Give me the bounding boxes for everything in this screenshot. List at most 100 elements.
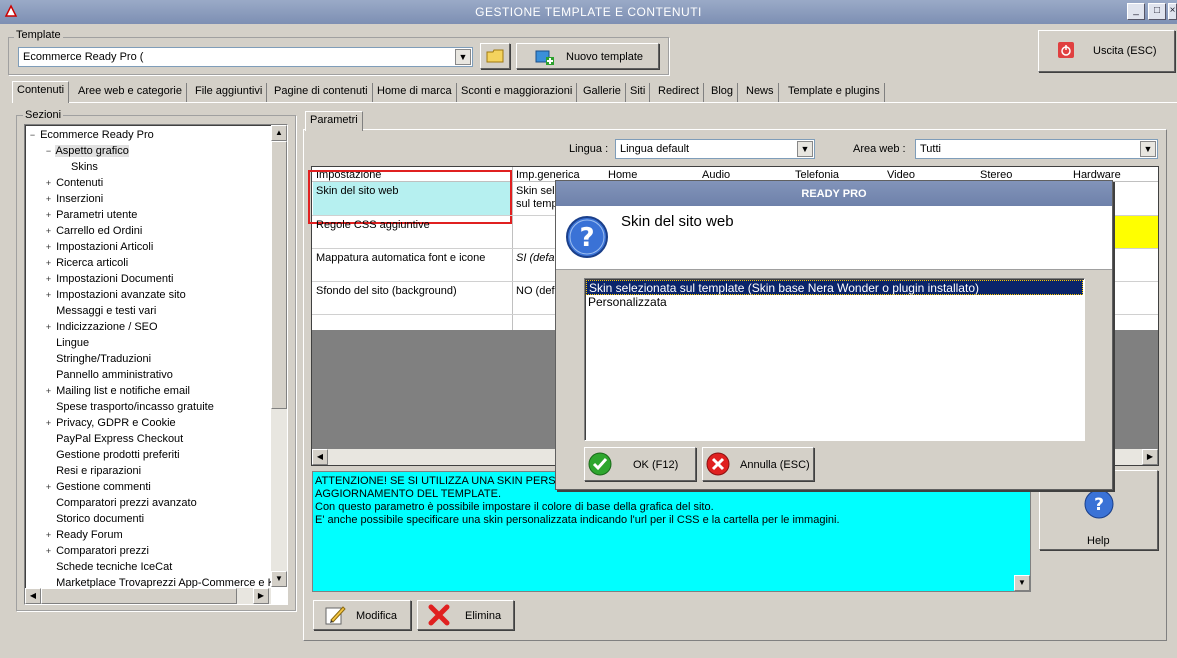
template-label: Template [14, 29, 63, 41]
row-name: Mappatura automatica font e icone [316, 252, 486, 264]
dialog: READY PRO ? Skin del sito web Skin selez… [555, 180, 1113, 490]
tree-item[interactable]: PayPal Express Checkout [44, 431, 183, 447]
minimize-button[interactable]: _ [1127, 3, 1145, 20]
area-web-label: Area web : [853, 143, 906, 155]
svg-text:?: ? [579, 223, 594, 253]
chevron-down-icon: ▼ [797, 141, 813, 157]
yellow-cell [1112, 216, 1158, 248]
scroll-left-icon[interactable]: ◀ [312, 449, 328, 465]
tree-item[interactable]: + Ready Forum [44, 527, 123, 543]
tree-item-skins[interactable]: Skins [71, 159, 98, 175]
row-value: Skin sele [516, 185, 561, 197]
tree-item[interactable]: + Privacy, GDPR e Cookie [44, 415, 176, 431]
ok-button[interactable]: OK (F12) [584, 447, 696, 481]
tree-item[interactable]: Schede tecniche IceCat [44, 559, 172, 575]
tab-home-marca[interactable]: Home di marca [373, 83, 457, 102]
option-skin-template[interactable]: Skin selezionata sul template (Skin base… [586, 280, 1083, 295]
exit-button[interactable]: Uscita (ESC) [1038, 30, 1175, 72]
open-folder-button[interactable] [480, 43, 510, 69]
tab-contenuti[interactable]: Contenuti [12, 81, 70, 103]
info-line: E' anche possibile specificare una skin … [315, 514, 840, 526]
check-icon [588, 452, 612, 476]
maximize-button[interactable]: □ [1148, 3, 1166, 20]
tree-item-aspetto-grafico[interactable]: − Aspetto grafico [44, 143, 129, 159]
dialog-title: READY PRO [801, 188, 867, 200]
tree-item[interactable]: Messaggi e testi vari [44, 303, 156, 319]
tab-parametri[interactable]: Parametri [305, 111, 363, 131]
tree-item[interactable]: Lingue [44, 335, 89, 351]
delete-button[interactable]: Elimina [417, 600, 514, 630]
tree-item[interactable]: + Gestione commenti [44, 479, 151, 495]
scroll-thumb-h[interactable] [41, 588, 237, 604]
add-template-icon [535, 50, 554, 65]
tree-root[interactable]: − Ecommerce Ready Pro [28, 127, 154, 143]
lingua-label: Lingua : [569, 143, 609, 155]
tree-item[interactable]: Stringhe/Traduzioni [44, 351, 151, 367]
tree-item[interactable]: Gestione prodotti preferiti [44, 447, 180, 463]
new-template-button[interactable]: Nuovo template [516, 43, 659, 69]
scroll-down-icon[interactable]: ▼ [271, 571, 287, 587]
row-name: Skin del sito web [316, 185, 399, 197]
scroll-up-icon[interactable]: ▲ [271, 125, 287, 141]
question-icon: ? [566, 216, 608, 258]
tree-item[interactable]: Pannello amministrativo [44, 367, 173, 383]
scroll-thumb[interactable] [271, 141, 287, 409]
skin-options-list[interactable]: Skin selezionata sul template (Skin base… [584, 278, 1085, 441]
tab-redirect[interactable]: Redirect [654, 83, 704, 102]
cancel-icon [706, 452, 730, 476]
tree-item[interactable]: Resi e riparazioni [44, 463, 141, 479]
tree-item[interactable]: + Impostazioni avanzate sito [44, 287, 186, 303]
dialog-titlebar: READY PRO [556, 181, 1112, 206]
tree-item[interactable]: + Inserzioni [44, 191, 103, 207]
tree-item[interactable]: + Parametri utente [44, 207, 138, 223]
area-web-select[interactable]: Tutti ▼ [915, 139, 1158, 159]
sections-label: Sezioni [23, 109, 64, 121]
tree-item[interactable]: + Indicizzazione / SEO [44, 319, 158, 335]
row-value: NO (def [516, 285, 555, 297]
edit-icon [325, 606, 346, 625]
option-personalizzata[interactable]: Personalizzata [586, 295, 1083, 310]
tree-item[interactable]: + Impostazioni Documenti [44, 271, 174, 287]
lingua-select[interactable]: Lingua default ▼ [615, 139, 815, 159]
scroll-down-icon[interactable]: ▼ [1014, 575, 1030, 591]
scroll-left-icon[interactable]: ◀ [25, 588, 41, 604]
modify-button[interactable]: Modifica [313, 600, 411, 630]
tree-item[interactable]: + Contenuti [44, 175, 103, 191]
tree-item[interactable]: Storico documenti [44, 511, 144, 527]
tree-scrollbar-horizontal[interactable]: ◀ ▶ [25, 588, 271, 604]
svg-text:?: ? [1094, 495, 1104, 515]
row-value: SI (defa [516, 252, 555, 264]
tab-siti[interactable]: Siti [626, 83, 651, 102]
window-title: GESTIONE TEMPLATE E CONTENUTI [475, 5, 702, 19]
row-value-2: sul temp [516, 198, 558, 210]
scroll-right-icon[interactable]: ▶ [253, 588, 269, 604]
dialog-header: ? Skin del sito web [556, 206, 1112, 270]
close-button[interactable]: × [1168, 3, 1177, 20]
tree-scrollbar-vertical[interactable]: ▲ ▼ [271, 125, 287, 587]
template-select[interactable]: Ecommerce Ready Pro ( ▼ [18, 47, 473, 67]
row-name: Regole CSS aggiuntive [316, 219, 430, 231]
tree-item[interactable]: + Impostazioni Articoli [44, 239, 153, 255]
cancel-button[interactable]: Annulla (ESC) [702, 447, 814, 481]
tab-sconti[interactable]: Sconti e maggiorazioni [457, 83, 578, 102]
dialog-heading: Skin del sito web [621, 213, 734, 230]
title-bar: GESTIONE TEMPLATE E CONTENUTI _ □ × [0, 0, 1177, 24]
tree-item[interactable]: + Carrello ed Ordini [44, 223, 142, 239]
scroll-right-icon[interactable]: ▶ [1142, 449, 1158, 465]
tree-item[interactable]: Comparatori prezzi avanzato [44, 495, 197, 511]
chevron-down-icon: ▼ [455, 49, 471, 65]
tab-gallerie[interactable]: Gallerie [579, 83, 626, 102]
tree-item[interactable]: + Ricerca articoli [44, 255, 128, 271]
tab-strip [12, 102, 1177, 103]
tree-item[interactable]: + Mailing list e notifiche email [44, 383, 190, 399]
tab-news[interactable]: News [742, 83, 779, 102]
row-name: Sfondo del sito (background) [316, 285, 457, 297]
tab-file-aggiuntivi[interactable]: File aggiuntivi [191, 83, 268, 102]
tab-pagine-contenuti[interactable]: Pagine di contenuti [270, 83, 373, 102]
tab-template-plugins[interactable]: Template e plugins [784, 83, 885, 102]
tab-aree-web[interactable]: Aree web e categorie [74, 83, 187, 102]
tree-item[interactable]: + Comparatori prezzi [44, 543, 149, 559]
sections-tree[interactable]: − Ecommerce Ready Pro − Aspetto grafico … [24, 124, 288, 605]
tab-blog[interactable]: Blog [707, 83, 739, 102]
tree-item[interactable]: Spese trasporto/incasso gratuite [44, 399, 214, 415]
